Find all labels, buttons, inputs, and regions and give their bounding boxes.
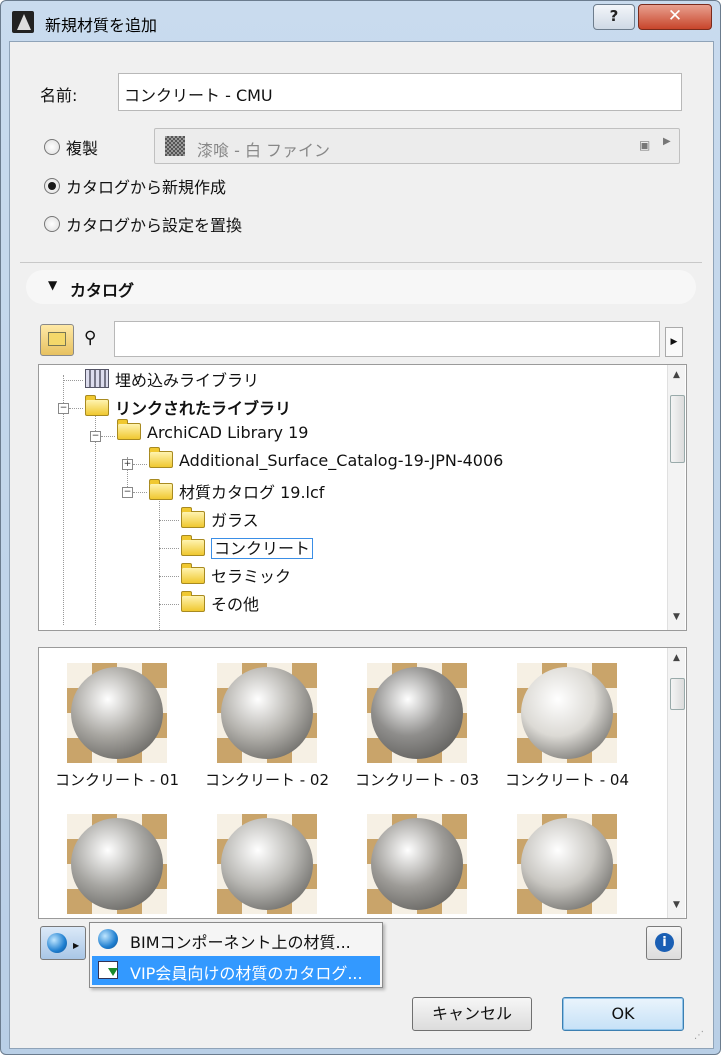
folder-icon [181, 591, 205, 612]
tree-item[interactable]: リンクされたライブラリ [85, 395, 291, 419]
scroll-thumb[interactable] [670, 395, 685, 463]
tree-item[interactable]: その他 [181, 591, 259, 615]
preview-scrollbar[interactable]: ▲ ▼ [667, 648, 685, 918]
dialog-window: 新規材質を追加 ? ✕ 名前: コンクリート - CMU 複製 漆喰 - 白 フ… [0, 0, 721, 1055]
catalog-header-label: カタログ [70, 281, 135, 300]
help-button[interactable]: ? [593, 4, 635, 30]
material-sphere [371, 667, 463, 759]
material-sphere [521, 818, 613, 910]
material-sphere [221, 667, 313, 759]
menu-item-vip-catalog[interactable]: VIP会員向けの材質のカタログ... [92, 956, 380, 985]
tree-item[interactable]: 材質カタログ 19.lcf [149, 479, 324, 503]
scroll-up-icon[interactable]: ▲ [668, 367, 685, 384]
material-thumbnail[interactable] [517, 663, 617, 763]
window-title: 新規材質を追加 [45, 16, 158, 35]
material-sphere [221, 818, 313, 910]
name-input-value: コンクリート - CMU [124, 86, 273, 105]
material-thumbnail[interactable] [67, 814, 167, 914]
cancel-button[interactable]: キャンセル [412, 997, 532, 1031]
bim-popup-menu: BIMコンポーネント上の材質... VIP会員向けの材質のカタログ... [89, 922, 383, 988]
folder-icon [48, 332, 66, 346]
edit-icon: ▣ [639, 138, 651, 152]
tree-item[interactable]: ArchiCAD Library 19 [117, 419, 308, 442]
library-tree: 埋め込みライブラリ − リンクされたライブラリ − ArchiCAD Libra… [38, 364, 687, 631]
title-bar[interactable]: 新規材質を追加 ? ✕ [1, 1, 720, 41]
name-input[interactable]: コンクリート - CMU [118, 73, 682, 111]
folder-icon [181, 563, 205, 584]
replace-label: カタログから設定を置換 [66, 216, 243, 235]
material-thumbnail[interactable] [367, 663, 467, 763]
from-catalog-radio[interactable] [44, 178, 60, 194]
tree-item[interactable]: セラミック [181, 563, 291, 587]
library-icon [85, 369, 109, 388]
scroll-down-icon[interactable]: ▼ [668, 897, 685, 914]
tree-item[interactable]: Additional_Surface_Catalog-19-JPN-4006 [149, 447, 503, 470]
menu-item-label: BIMコンポーネント上の材質... [130, 933, 351, 952]
replace-radio[interactable] [44, 216, 60, 232]
name-label: 名前: [40, 86, 78, 105]
tree-scrollbar[interactable]: ▲ ▼ [667, 365, 685, 630]
ok-button[interactable]: OK [562, 997, 684, 1031]
close-button[interactable]: ✕ [638, 4, 712, 30]
duplicate-label: 複製 [66, 139, 99, 158]
duplicate-material-select: 漆喰 - 白 ファイン ▣ ▶ [154, 128, 680, 164]
folder-icon [117, 419, 141, 440]
tree-item[interactable]: ガラス [181, 507, 259, 531]
material-label: コンクリート - 03 [354, 771, 480, 789]
material-sphere [71, 667, 163, 759]
catalog-download-icon [98, 961, 118, 979]
material-thumbnail[interactable] [217, 814, 317, 914]
dropdown-arrow-icon: ▶ [73, 941, 80, 950]
folder-icon [181, 535, 205, 556]
dialog-body: 名前: コンクリート - CMU 複製 漆喰 - 白 ファイン ▣ ▶ カタログ… [9, 41, 714, 1049]
search-options-button[interactable]: ▶ [665, 327, 683, 357]
catalog-header[interactable]: ▼ カタログ [26, 270, 696, 304]
scroll-thumb[interactable] [670, 678, 685, 710]
material-label: コンクリート - 02 [204, 771, 330, 789]
collapse-triangle-icon: ▼ [48, 278, 58, 292]
collapse-icon[interactable]: − [58, 403, 69, 414]
material-swatch-icon [165, 136, 185, 156]
folder-icon [149, 479, 173, 500]
from-catalog-label: カタログから新規作成 [66, 178, 227, 197]
resize-grip-icon[interactable]: ⋰ [694, 1030, 704, 1041]
bim-components-button[interactable]: ▶ [40, 926, 86, 960]
collapse-icon[interactable]: − [122, 487, 133, 498]
tree-item-selected[interactable]: コンクリート [181, 535, 314, 559]
material-thumbnail[interactable] [517, 814, 617, 914]
info-button[interactable]: i [646, 926, 682, 960]
menu-item-label: VIP会員向けの材質のカタログ... [130, 964, 363, 983]
material-thumbnail[interactable] [217, 663, 317, 763]
chevron-right-icon: ▶ [663, 136, 671, 147]
expand-icon[interactable]: + [122, 459, 133, 470]
scroll-down-icon[interactable]: ▼ [668, 609, 685, 626]
duplicate-material-value: 漆喰 - 白 ファイン [197, 141, 331, 160]
collapse-icon[interactable]: − [90, 431, 101, 442]
material-label: コンクリート - 04 [504, 771, 630, 789]
duplicate-radio[interactable] [44, 139, 60, 155]
search-input[interactable] [114, 321, 660, 357]
tree-item[interactable]: 埋め込みライブラリ [85, 367, 259, 391]
material-label: コンクリート - 01 [54, 771, 180, 789]
folder-icon [181, 507, 205, 528]
material-sphere [371, 818, 463, 910]
material-thumbnail[interactable] [67, 663, 167, 763]
material-sphere [71, 818, 163, 910]
library-folder-icon [85, 395, 109, 416]
menu-item-bim-components[interactable]: BIMコンポーネント上の材質... [92, 925, 380, 954]
folder-icon [149, 447, 173, 468]
globe-icon [98, 929, 118, 949]
material-sphere [521, 667, 613, 759]
archicad-logo-icon [12, 11, 34, 33]
material-preview-grid: コンクリート - 01 コンクリート - 02 コンクリート - 03 コンクリ… [38, 647, 687, 919]
globe-icon [47, 933, 67, 953]
folder-view-button[interactable] [40, 324, 74, 356]
material-thumbnail[interactable] [367, 814, 467, 914]
search-icon: ⚲ [84, 328, 97, 348]
divider [20, 262, 702, 263]
info-icon: i [655, 933, 674, 952]
scroll-up-icon[interactable]: ▲ [668, 650, 685, 667]
